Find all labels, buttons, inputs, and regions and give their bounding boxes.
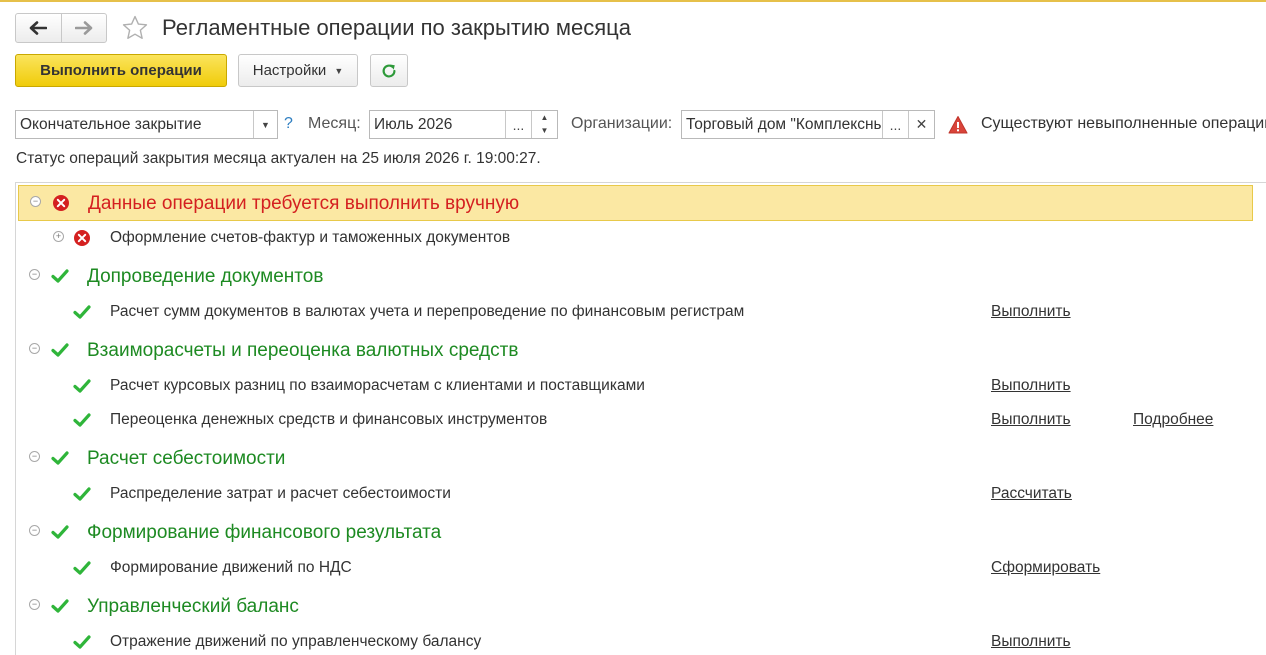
refresh-icon: [382, 64, 396, 77]
check-icon: [73, 635, 91, 649]
action-link[interactable]: Сформировать: [991, 559, 1100, 577]
group-title: Расчет себестоимости: [87, 448, 286, 469]
action-link[interactable]: Выполнить: [991, 411, 1071, 429]
organization-field[interactable]: Торговый дом "Комплексный" ... ✕: [681, 110, 935, 139]
top-accent-line: [0, 0, 1266, 2]
refresh-button[interactable]: [370, 54, 408, 87]
page-title: Регламентные операции по закрытию месяца: [162, 15, 631, 40]
month-label: Месяц:: [308, 115, 361, 132]
settings-label: Настройки: [252, 62, 327, 79]
check-icon: [51, 269, 69, 283]
group-title: Допроведение документов: [87, 266, 324, 287]
list-item: + Оформление счетов-фактур и таможенных д…: [16, 221, 1266, 255]
month-spinner[interactable]: ▲ ▼: [531, 111, 557, 138]
list-item: Переоценка денежных средств и финансовых…: [16, 403, 1266, 437]
details-link[interactable]: Подробнее: [1133, 411, 1213, 429]
closing-type-value: Окончательное закрытие: [20, 115, 202, 133]
check-icon: [51, 451, 69, 465]
collapse-toggle[interactable]: −: [29, 343, 40, 354]
arrow-left-icon: [29, 21, 48, 35]
status-text: Статус операций закрытия месяца актуален…: [16, 150, 541, 167]
operation-name: Расчет курсовых разниц по взаиморасчетам…: [110, 377, 645, 394]
organization-choose-button[interactable]: ...: [882, 111, 908, 138]
star-icon: [122, 15, 148, 39]
operation-name: Распределение затрат и расчет себестоимо…: [110, 485, 451, 502]
list-item: Распределение затрат и расчет себестоимо…: [16, 477, 1266, 511]
error-circle-icon: [53, 195, 69, 211]
action-link[interactable]: Выполнить: [991, 633, 1071, 651]
check-icon: [51, 599, 69, 613]
warning-triangle-icon: [948, 116, 968, 134]
group-title: Формирование финансового результата: [87, 522, 442, 543]
check-icon: [73, 487, 91, 501]
check-icon: [73, 561, 91, 575]
check-icon: [51, 525, 69, 539]
list-item: Отражение движений по управленческому ба…: [16, 625, 1266, 655]
chevron-down-icon[interactable]: ▼: [253, 111, 277, 138]
group-row: − Данные операции требуется выполнить вру…: [18, 185, 1253, 221]
check-icon: [73, 413, 91, 427]
closing-type-select[interactable]: Окончательное закрытие ▼: [15, 110, 278, 139]
back-button[interactable]: [16, 14, 61, 42]
warning-message: Существуют невыполненные операции: [981, 115, 1266, 132]
clear-icon[interactable]: ✕: [908, 111, 934, 138]
operation-name: Переоценка денежных средств и финансовых…: [110, 411, 548, 428]
month-field[interactable]: Июль 2026 ... ▲ ▼: [369, 110, 558, 139]
operation-name: Расчет сумм документов в валютах учета и…: [110, 303, 745, 320]
list-item: Формирование движений по НДС Сформировать: [16, 551, 1266, 585]
organization-value: Торговый дом "Комплексный": [686, 115, 882, 133]
check-icon: [73, 379, 91, 393]
collapse-toggle[interactable]: −: [30, 196, 41, 207]
operation-name: Формирование движений по НДС: [110, 559, 352, 576]
collapse-toggle[interactable]: −: [29, 599, 40, 610]
group-title: Взаиморасчеты и переоценка валютных сред…: [87, 340, 519, 361]
forward-button[interactable]: [60, 14, 107, 42]
collapse-toggle[interactable]: −: [29, 451, 40, 462]
group-row: − Допроведение документов: [16, 259, 1266, 295]
chevron-down-icon: ▼: [334, 65, 344, 76]
expand-toggle[interactable]: +: [53, 231, 64, 242]
month-choose-button[interactable]: ...: [505, 111, 531, 138]
operation-name: Отражение движений по управленческому ба…: [110, 633, 482, 650]
group-title: Данные операции требуется выполнить вруч…: [88, 193, 520, 214]
spin-down-icon[interactable]: ▼: [541, 125, 549, 138]
execute-operations-button[interactable]: Выполнить операции: [15, 54, 227, 87]
list-item: Расчет сумм документов в валютах учета и…: [16, 295, 1266, 329]
operations-list: − Данные операции требуется выполнить вру…: [15, 182, 1266, 655]
organization-label: Организации:: [571, 115, 673, 132]
list-item: Расчет курсовых разниц по взаиморасчетам…: [16, 369, 1266, 403]
action-link[interactable]: Выполнить: [991, 377, 1071, 395]
spin-up-icon[interactable]: ▲: [541, 112, 549, 125]
action-link[interactable]: Выполнить: [991, 303, 1071, 321]
group-row: − Управленческий баланс: [16, 589, 1266, 625]
check-icon: [73, 305, 91, 319]
settings-button[interactable]: Настройки ▼: [238, 54, 358, 87]
nav-buttons: [15, 13, 107, 43]
operation-name: Оформление счетов-фактур и таможенных до…: [110, 229, 511, 246]
group-title: Управленческий баланс: [87, 596, 299, 617]
favorite-button[interactable]: [120, 13, 150, 43]
error-circle-icon: [74, 230, 90, 246]
month-value: Июль 2026: [374, 115, 453, 133]
action-link[interactable]: Рассчитать: [991, 485, 1072, 503]
help-link[interactable]: ?: [284, 115, 293, 133]
group-row: − Взаиморасчеты и переоценка валютных сре…: [16, 333, 1266, 369]
check-icon: [51, 343, 69, 357]
arrow-right-icon: [74, 21, 93, 35]
group-row: − Формирование финансового результата: [16, 515, 1266, 551]
group-row: − Расчет себестоимости: [16, 441, 1266, 477]
collapse-toggle[interactable]: −: [29, 269, 40, 280]
collapse-toggle[interactable]: −: [29, 525, 40, 536]
